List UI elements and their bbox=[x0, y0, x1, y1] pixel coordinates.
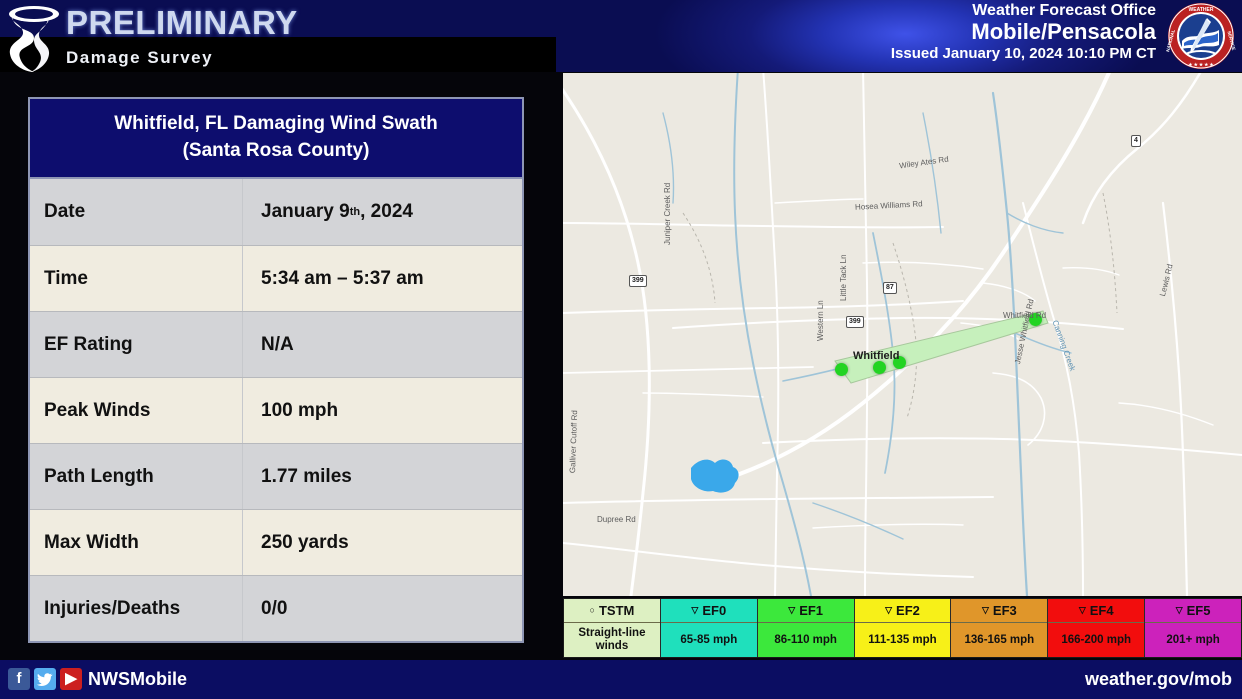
table-row-key: Date bbox=[30, 179, 243, 245]
table-row: EF Rating N/A bbox=[30, 311, 522, 377]
table-row-key: Injuries/Deaths bbox=[30, 576, 243, 641]
value-tail: , 2024 bbox=[360, 201, 413, 222]
legend-label: EF0 bbox=[702, 603, 727, 618]
social-handle: NWSMobile bbox=[88, 669, 187, 689]
table-row: Peak Winds 100 mph bbox=[30, 377, 522, 443]
table-row-key: Path Length bbox=[30, 444, 243, 509]
legend-column-ef2: ▽ EF2 111-135 mph bbox=[854, 599, 952, 657]
twitter-bird bbox=[36, 673, 53, 686]
youtube-icon[interactable]: ▶ bbox=[60, 668, 82, 690]
damage-survey-graphic: PRELIMINARY Damage Survey Weather Foreca… bbox=[0, 0, 1242, 699]
panel-title: Whitfield, FL Damaging Wind Swath (Santa… bbox=[30, 99, 522, 179]
table-row-value: 0/0 bbox=[261, 597, 288, 619]
value-main: January 9 bbox=[261, 201, 350, 222]
header-bar: PRELIMINARY Damage Survey Weather Foreca… bbox=[0, 0, 1242, 72]
damage-point[interactable] bbox=[835, 363, 848, 376]
route-shield: 87 bbox=[883, 282, 897, 294]
legend-label: EF4 bbox=[1089, 603, 1114, 618]
table-row: Injuries/Deaths 0/0 bbox=[30, 575, 522, 641]
nws-seal-icon: WEATHER ★ ★ ★ ★ ★ NATIONAL SERVICE bbox=[1166, 3, 1236, 69]
legend-header: ▽ EF1 bbox=[757, 599, 854, 623]
wfo-office-name: Mobile/Pensacola bbox=[971, 19, 1156, 44]
legend-label: EF2 bbox=[896, 603, 920, 618]
legend-range: 86-110 mph bbox=[757, 623, 854, 657]
value-ordinal: th bbox=[349, 206, 361, 218]
page-title: PRELIMINARY bbox=[66, 4, 298, 41]
legend-header: ▽ EF0 bbox=[660, 599, 757, 623]
damage-point[interactable] bbox=[1029, 313, 1042, 326]
website-link[interactable]: weather.gov/mob bbox=[1085, 669, 1232, 690]
table-row-value: 100 mph bbox=[261, 399, 339, 421]
table-row-key: EF Rating bbox=[30, 312, 243, 377]
table-row: Date January 9th, 2024 bbox=[30, 179, 522, 245]
facebook-glyph: f bbox=[16, 670, 22, 687]
table-row-value: 5:34 am – 5:37 am bbox=[261, 267, 424, 289]
triangle-marker-icon: ▽ bbox=[1175, 605, 1183, 615]
route-shield: 4 bbox=[1131, 135, 1141, 147]
legend-range: 136-165 mph bbox=[951, 623, 1048, 657]
table-row-value: 250 yards bbox=[261, 531, 349, 553]
twitter-icon[interactable] bbox=[34, 668, 56, 690]
triangle-marker-icon: ▽ bbox=[788, 605, 796, 615]
panel-title-line1: Whitfield, FL Damaging Wind Swath bbox=[114, 113, 438, 134]
circle-marker-icon: ○ bbox=[589, 605, 595, 615]
damage-path-map[interactable]: Whitfield Wiley Ates Rd Hosea Williams R… bbox=[563, 73, 1242, 596]
issued-timestamp: Issued January 10, 2024 10:10 PM CT bbox=[890, 45, 1156, 62]
legend-column-ef4: ▽ EF4 166-200 mph bbox=[1048, 599, 1146, 657]
svg-text:★ ★ ★ ★ ★: ★ ★ ★ ★ ★ bbox=[1188, 62, 1214, 67]
legend-range: 65-85 mph bbox=[660, 623, 757, 657]
legend-column-ef1: ▽ EF1 86-110 mph bbox=[757, 599, 855, 657]
legend-header: ▽ EF2 bbox=[854, 599, 951, 623]
legend-header: ▽ EF4 bbox=[1048, 599, 1145, 623]
legend-column-tstm: ○ TSTM Straight-line winds bbox=[564, 599, 661, 657]
table-row: Time 5:34 am – 5:37 am bbox=[30, 245, 522, 311]
map-canvas bbox=[563, 73, 1242, 596]
survey-info-panel: Whitfield, FL Damaging Wind Swath (Santa… bbox=[28, 97, 524, 643]
legend-range: 111-135 mph bbox=[854, 623, 951, 657]
triangle-marker-icon: ▽ bbox=[885, 605, 893, 615]
legend-label: EF3 bbox=[992, 603, 1017, 618]
table-row-value: N/A bbox=[261, 333, 294, 355]
table-row-value: January 9th, 2024 bbox=[243, 179, 522, 245]
legend-range: 201+ mph bbox=[1145, 623, 1242, 657]
survey-table: Date January 9th, 2024 Time 5:34 am – 5:37 … bbox=[30, 179, 522, 641]
legend-header: ○ TSTM bbox=[564, 599, 660, 623]
wfo-office-label: Weather Forecast Office bbox=[972, 2, 1156, 19]
legend-range: 166-200 mph bbox=[1048, 623, 1145, 657]
tornado-icon bbox=[9, 6, 59, 72]
triangle-marker-icon: ▽ bbox=[1078, 605, 1086, 615]
damage-point[interactable] bbox=[873, 361, 886, 374]
svg-text:WEATHER: WEATHER bbox=[1189, 7, 1214, 13]
facebook-icon[interactable]: f bbox=[8, 668, 30, 690]
legend-header: ▽ EF5 bbox=[1145, 599, 1242, 623]
table-row-value: 1.77 miles bbox=[261, 465, 352, 487]
table-row: Max Width 250 yards bbox=[30, 509, 522, 575]
triangle-marker-icon: ▽ bbox=[981, 605, 989, 615]
table-row: Path Length 1.77 miles bbox=[30, 443, 522, 509]
table-row-key: Max Width bbox=[30, 510, 243, 575]
ef-scale-legend: ○ TSTM Straight-line winds ▽ EF0 65-85 mph ▽ EF… bbox=[563, 598, 1242, 658]
footer-bar: f ▶ NWSMobile weather.gov/mob bbox=[0, 660, 1242, 699]
legend-column-ef5: ▽ EF5 201+ mph bbox=[1145, 599, 1242, 657]
legend-column-ef0: ▽ EF0 65-85 mph bbox=[660, 599, 758, 657]
legend-label: TSTM bbox=[598, 603, 635, 618]
legend-label: EF1 bbox=[799, 603, 824, 618]
panel-title-line2: (Santa Rosa County) bbox=[182, 140, 370, 161]
table-row-key: Peak Winds bbox=[30, 378, 243, 443]
route-shield: 399 bbox=[629, 275, 647, 287]
legend-label: EF5 bbox=[1186, 603, 1211, 618]
page-subtitle: Damage Survey bbox=[66, 48, 214, 67]
wfo-block: Weather Forecast Office Mobile/Pensacola… bbox=[891, 2, 1156, 64]
route-shield: 399 bbox=[846, 316, 864, 328]
youtube-glyph: ▶ bbox=[65, 670, 77, 687]
damage-point[interactable] bbox=[893, 356, 906, 369]
table-row-key: Time bbox=[30, 246, 243, 311]
triangle-marker-icon: ▽ bbox=[691, 605, 699, 615]
legend-header: ▽ EF3 bbox=[951, 599, 1048, 623]
legend-column-ef3: ▽ EF3 136-165 mph bbox=[951, 599, 1049, 657]
legend-range: Straight-line winds bbox=[564, 623, 660, 657]
